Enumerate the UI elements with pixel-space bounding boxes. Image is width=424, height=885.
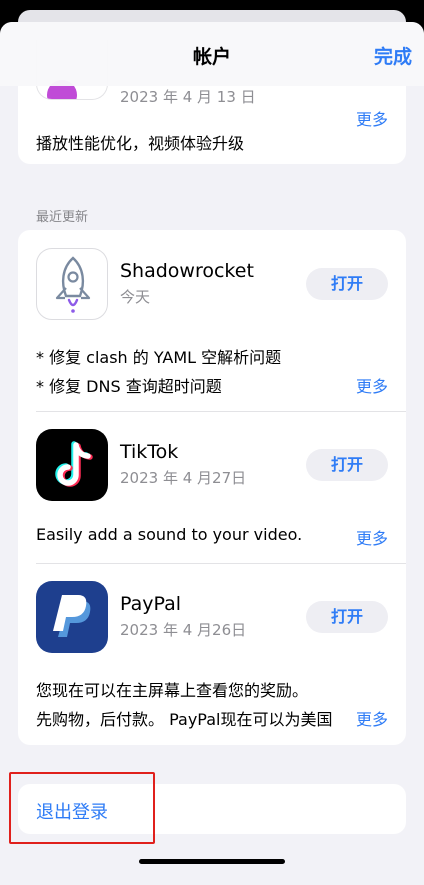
shadowrocket-rocket-icon[interactable] (36, 248, 108, 320)
open-button[interactable]: 打开 (306, 268, 388, 300)
highlight-box (9, 772, 155, 844)
app-name: Shadowrocket (120, 260, 254, 282)
more-button[interactable]: 更多 (329, 106, 388, 130)
update-note-line: Easily add a sound to your video. (36, 525, 303, 544)
more-button[interactable]: 更多 (329, 706, 388, 730)
more-button[interactable]: 更多 (329, 373, 388, 397)
app-update-date: 今天 (120, 288, 151, 306)
app-update-date: 2023 年 4 月 13 日 (120, 88, 256, 106)
update-note-line: 先购物，后付款。 PayPal现在可以为美国 (36, 710, 333, 729)
app-update-date: 2023 年 4 月26日 (120, 621, 247, 639)
app-name: TikTok (120, 441, 179, 463)
app-update-date: 2023 年 4 月27日 (120, 469, 247, 487)
section-recent-updates: 最近更新 (36, 210, 89, 225)
home-indicator (139, 859, 285, 864)
update-note-line: * 修复 clash 的 YAML 空解析问题 (36, 348, 282, 367)
open-button[interactable]: 打开 (306, 449, 388, 481)
more-button[interactable]: 更多 (329, 525, 388, 549)
row-divider (36, 563, 406, 564)
update-note-line: 您现在可以在主屏幕上查看您的奖励。 (36, 681, 309, 700)
account-sheet: 帐户 完成 2023 年 4 月 13 日 播放性能优化，视频体验升级 更多 最… (0, 22, 424, 885)
done-button[interactable]: 完成 (374, 42, 412, 69)
tiktok-note-icon[interactable] (36, 429, 108, 501)
open-button[interactable]: 打开 (306, 601, 388, 633)
update-notes: 播放性能优化，视频体验升级 (36, 134, 245, 153)
page-title: 帐户 (192, 46, 231, 68)
nav-header: 帐户 完成 (0, 22, 424, 86)
row-divider (36, 411, 406, 412)
recent-updates-card: Shadowrocket 今天 打开 * 修复 clash 的 YAML 空解析… (18, 230, 406, 745)
update-note-line: * 修复 DNS 查询超时问题 (36, 377, 222, 396)
app-name: PayPal (120, 593, 182, 615)
paypal-p-icon[interactable] (36, 581, 108, 653)
